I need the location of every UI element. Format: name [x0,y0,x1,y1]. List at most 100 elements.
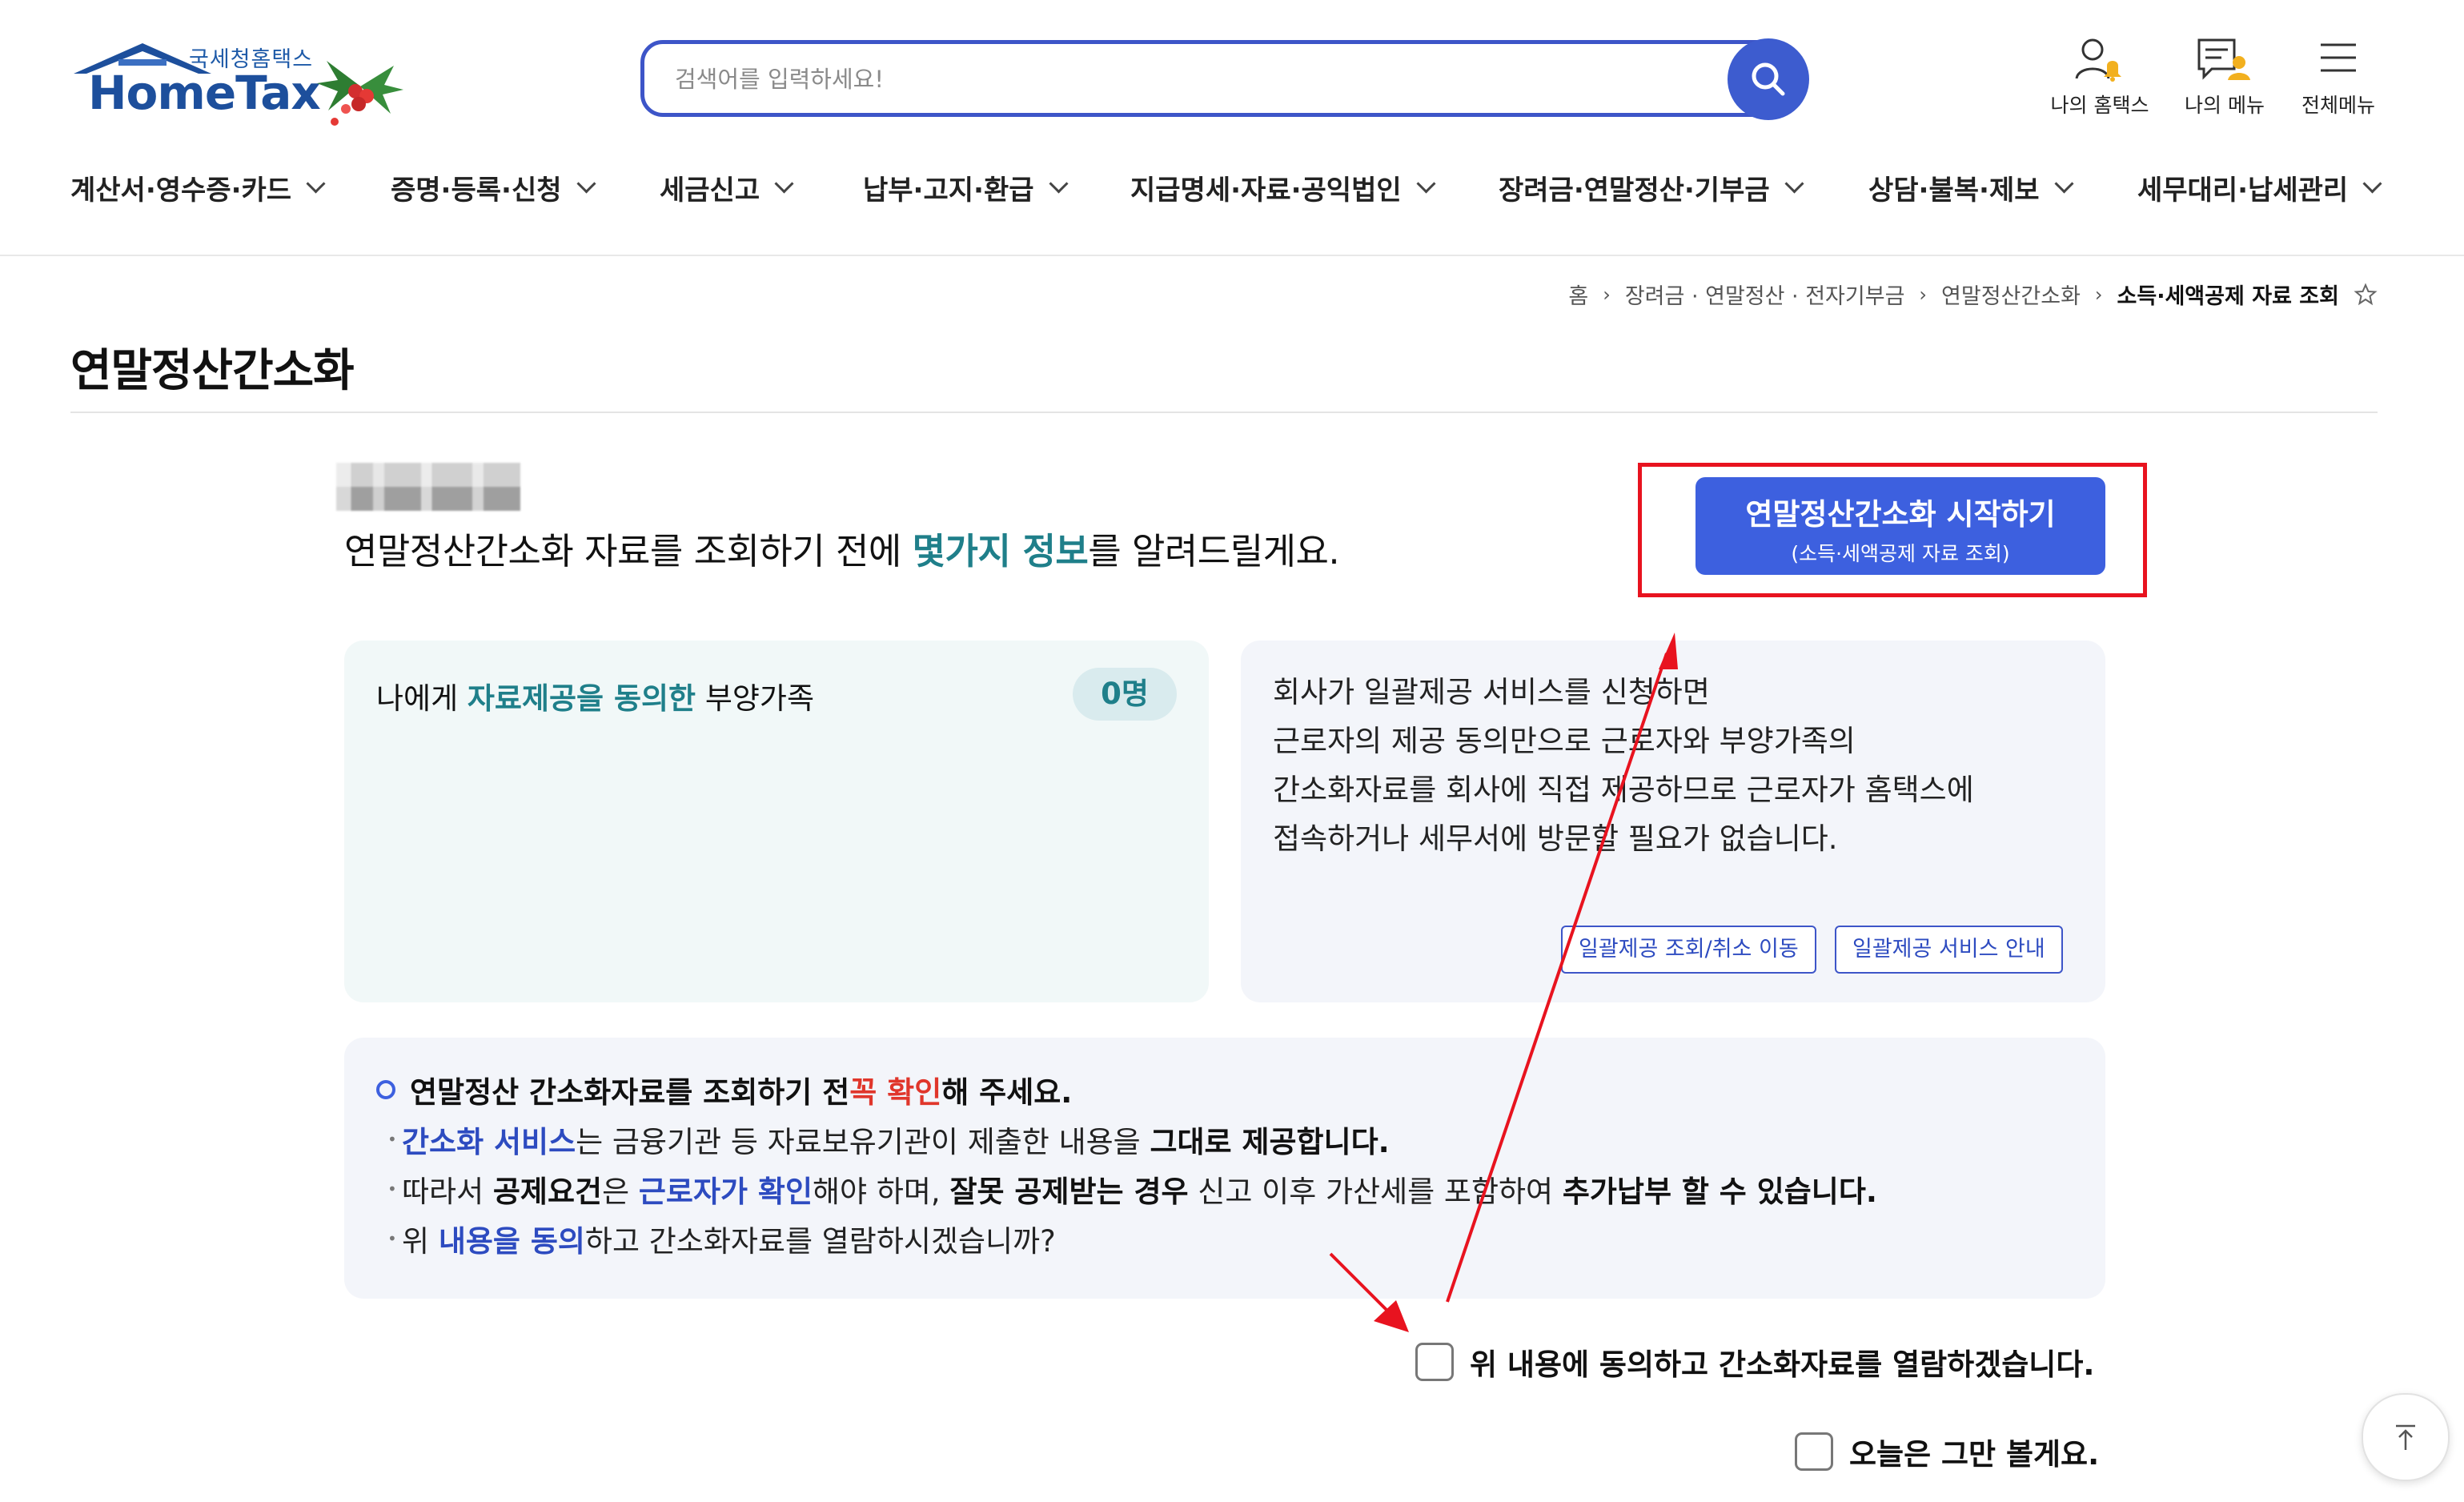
dismiss-label: 오늘은 그만 볼게요. [1849,1437,2100,1472]
breadcrumb-separator: › [1919,283,1928,306]
nav-year-end-settlement[interactable]: 장려금·연말정산·기부금 [1499,168,1804,207]
notice-text-bold: 그대로 제공합니다. [1150,1125,1390,1159]
nav-consult-appeal[interactable]: 상담·불복·제보 [1868,168,2074,207]
notice-text: 위 [402,1224,439,1259]
scroll-top-button[interactable] [2362,1393,2450,1481]
nav-invoice-receipt-card[interactable]: 계산서·영수증·카드 [70,168,326,207]
start-simplified-button[interactable]: 연말정산간소화 시작하기 (소득·세액공제 자료 조회) [1696,477,2105,575]
search-input[interactable] [673,44,1717,114]
search-icon [1752,62,1785,96]
nav-tax-agent[interactable]: 세무대리·납세관리 [2137,168,2382,207]
notice-text-blue: 간소화 서비스 [402,1125,576,1159]
intro-text: 연말정산간소화 자료를 조회하기 전에 [344,530,913,572]
nav-label: 지급명세·자료·공익법인 [1130,175,1402,207]
agree-checkbox[interactable] [1415,1343,1454,1381]
nav-certificate-registration[interactable]: 증명·등록·신청 [391,168,596,207]
nav-label: 장려금·연말정산·기부금 [1499,175,1770,207]
notice-heading: 연말정산 간소화자료를 조회하기 전 꼭 확인 해 주세요. [376,1068,1072,1111]
start-button-title: 연말정산간소화 시작하기 [1745,497,2056,532]
nav-label: 계산서·영수증·카드 [70,175,292,207]
all-menu-label: 전체메뉴 [2301,94,2375,117]
nav-payment-refund[interactable]: 납부·고지·환급 [863,168,1069,207]
agree-checkbox-row[interactable]: 위 내용에 동의하고 간소화자료를 열람하겠습니다. [1415,1340,2094,1384]
intro-text-end: 를 알려드릴게요. [1088,530,1340,572]
consented-dependents-card: 나에게 자료제공을 동의한 부양가족 0명 [344,641,1209,1002]
batch-service-guide-button[interactable]: 일괄제공 서비스 안내 [1835,926,2063,974]
notice-text-blue: 근로자가 확인 [638,1175,813,1209]
batch-provision-card: 회사가 일괄제공 서비스를 신청하면 근로자의 제공 동의만으로 근로자와 부양… [1241,641,2105,1002]
main-navigation: 계산서·영수증·카드 증명·등록·신청 세금신고 납부·고지·환급 지급명세·자… [70,168,2392,216]
notice-head-end: 해 주세요. [941,1075,1073,1110]
nav-label: 상담·불복·제보 [1868,175,2040,207]
batch-line: 회사가 일괄제공 서비스를 신청하면 [1273,675,1710,709]
notice-text: 하고 간소화자료를 열람하시겠습니까? [584,1224,1056,1259]
dependents-label-highlight: 자료제공을 동의한 [467,681,696,716]
breadcrumb-simplified[interactable]: 연말정산간소화 [1941,279,2081,310]
search-button[interactable] [1728,38,1809,120]
hometax-logo[interactable]: 국세청홈택스 HomeTax [70,38,407,138]
chevron-down-icon [2053,174,2074,194]
dependents-label: 나에게 자료제공을 동의한 부양가족 [376,674,814,717]
chevron-down-icon [1784,174,1804,194]
breadcrumb: 홈 › 장려금 · 연말정산 · 전자기부금 › 연말정산간소화 › 소득·세액… [1568,279,2378,310]
all-menu-button[interactable]: 전체메뉴 [2278,35,2398,118]
notice-text-bold: 추가납부 할 수 있습니다. [1562,1175,1877,1209]
notice-text: 따라서 [402,1175,493,1209]
notice-head-red: 꼭 확인 [849,1075,942,1110]
favorite-star-icon[interactable] [2354,283,2378,307]
notice-bullet: 따라서 공제요건은 근로자가 확인해야 하며, 잘못 공제받는 경우 신고 이후… [387,1164,1877,1217]
chevron-down-icon [1416,174,1436,194]
hamburger-icon [2321,43,2356,72]
batch-line: 간소화자료를 회사에 직접 제공하므로 근로자가 홈택스에 [1273,773,1974,807]
pre-check-notice: 연말정산 간소화자료를 조회하기 전 꼭 확인해 주세요. 간소화 서비스는 금… [344,1038,2105,1299]
title-divider [70,412,2378,413]
chevron-down-icon [774,174,794,194]
page-title: 연말정산간소화 [70,345,355,397]
logo-wordmark: HomeTax [88,66,321,120]
arrow-up-icon [2396,1424,2415,1450]
notice-text-bold: 잘못 공제받는 경우 [949,1175,1189,1209]
notice-text: 은 [602,1175,639,1209]
breadcrumb-separator: › [2094,283,2103,306]
chevron-down-icon [306,174,326,194]
intro-highlight: 몇가지 정보 [912,530,1089,572]
my-menu-label: 나의 메뉴 [2185,94,2265,117]
nav-tax-filing[interactable]: 세금신고 [660,168,794,207]
chevron-down-icon [1048,174,1069,194]
breadcrumb-current: 소득·세액공제 자료 조회 [2117,284,2339,309]
nav-divider [0,255,2464,256]
agree-label: 위 내용에 동의하고 간소화자료를 열람하겠습니다. [1470,1347,2095,1382]
my-hometax-button[interactable]: 나의 홈택스 [2040,35,2160,118]
my-menu-button[interactable]: 나의 메뉴 [2165,35,2285,118]
annotation-arrowhead [1374,1300,1409,1332]
user-bell-icon [2075,38,2121,82]
notice-text-blue: 내용을 동의 [438,1224,585,1259]
notice-head-text: 연말정산 간소화자료를 조회하기 전 [410,1075,850,1110]
notice-bullets: 간소화 서비스는 금융기관 등 자료보유기관이 제출한 내용을 그대로 제공합니… [387,1114,1877,1267]
nav-label: 세무대리·납세관리 [2137,175,2349,207]
nav-label: 납부·고지·환급 [863,175,1034,207]
my-hometax-label: 나의 홈택스 [2050,94,2149,117]
breadcrumb-separator: › [1603,283,1611,306]
breadcrumb-home[interactable]: 홈 [1568,279,1588,310]
start-button-subtitle: (소득·세액공제 자료 조회) [1791,542,2010,565]
holly-icon [317,61,403,126]
dismiss-checkbox[interactable] [1795,1432,1833,1471]
notice-text: 는 금융기관 등 자료보유기관이 제출한 내용을 [576,1125,1150,1159]
nav-label: 증명·등록·신청 [391,175,562,207]
dependents-label-prefix: 나에게 [376,681,468,716]
dismiss-today-row[interactable]: 오늘은 그만 볼게요. [1795,1430,2099,1473]
notice-text: 신고 이후 가산세를 포함하여 [1188,1175,1563,1209]
notice-text: 해야 하며, [813,1175,950,1209]
dependents-count-badge: 0명 [1073,668,1177,721]
search-box [640,40,1790,117]
intro-message: 연말정산간소화 자료를 조회하기 전에 몇가지 정보를 알려드릴게요. [344,522,1340,574]
nav-label: 세금신고 [660,175,760,207]
chevron-down-icon [576,174,596,194]
nav-payment-statement[interactable]: 지급명세·자료·공익법인 [1130,168,1436,207]
batch-line: 근로자의 제공 동의만으로 근로자와 부양가족의 [1273,724,1856,758]
ring-bullet-icon [376,1080,395,1099]
batch-query-cancel-button[interactable]: 일괄제공 조회/취소 이동 [1561,926,1816,974]
batch-description: 회사가 일괄제공 서비스를 신청하면 근로자의 제공 동의만으로 근로자와 부양… [1273,668,1974,863]
breadcrumb-year-end[interactable]: 장려금 · 연말정산 · 전자기부금 [1625,279,1905,310]
